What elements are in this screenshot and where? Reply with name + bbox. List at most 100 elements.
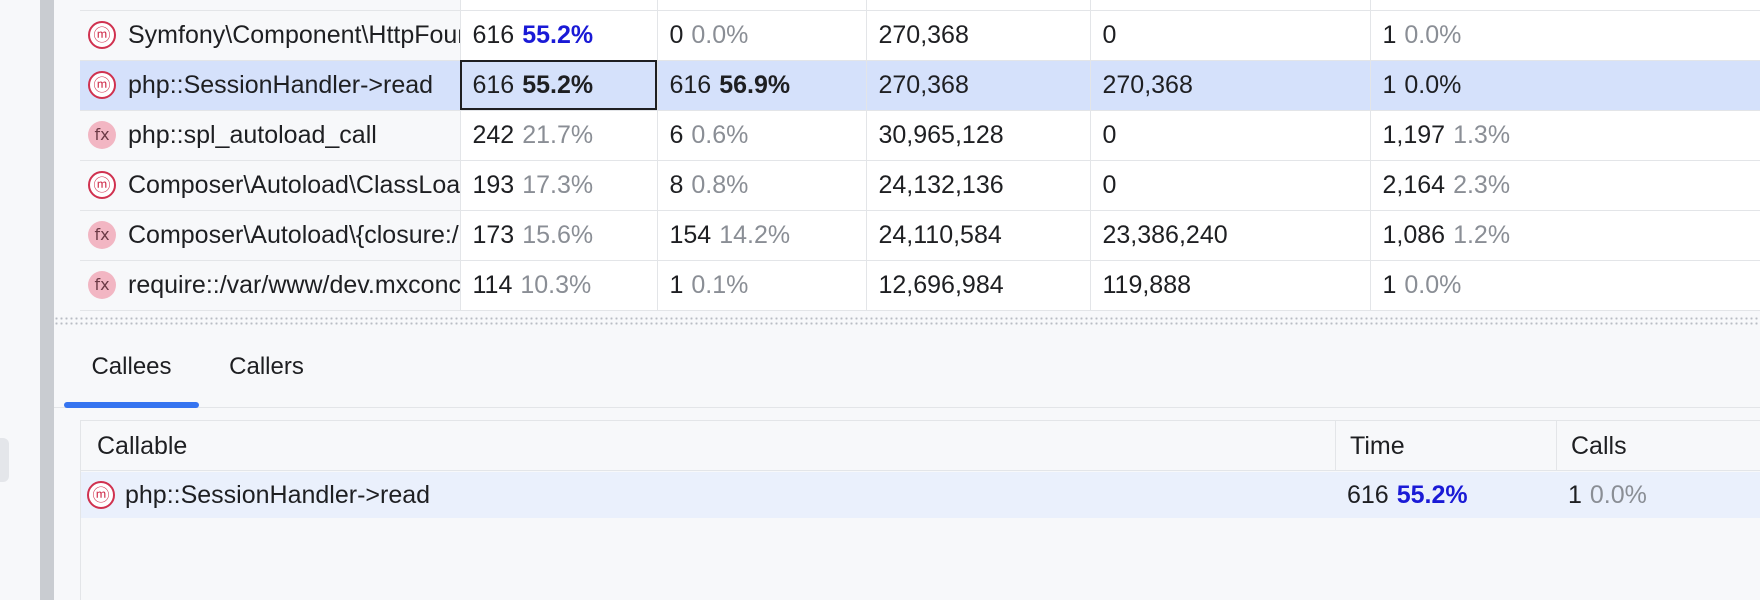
time-percent: 17.3% [522, 170, 594, 199]
time-cell-focused[interactable]: 616 55.2% [460, 60, 658, 111]
method-icon: ⓜ [88, 71, 116, 99]
calls-percent: 1.3% [1453, 120, 1511, 149]
own-time-value: 154 [669, 220, 712, 249]
calls-cell[interactable]: 1 0.0% [1370, 60, 1760, 111]
table-row[interactable]: fx Composer\Autoload\{closure:/ 173 15.6% … [80, 210, 1760, 261]
table-row[interactable]: ⓜ Composer\Autoload\ClassLoad 193 17.3% 80… [80, 160, 1760, 211]
memory-cell[interactable]: 12,696,984 [866, 260, 1091, 311]
calls-cell[interactable]: 1 0.0% [1370, 10, 1760, 61]
column-header-calls[interactable]: Calls [1557, 421, 1760, 471]
calls-value: 1 [1382, 270, 1397, 299]
table-row[interactable]: fx require::/var/www/dev.mxconc 114 10.3% … [80, 260, 1760, 311]
time-cell[interactable]: 616 55.2% [460, 10, 658, 61]
function-icon: fx [88, 271, 116, 299]
table-row-partial[interactable] [80, 0, 1760, 11]
callable-cell[interactable]: fx php::spl_autoload_call [80, 110, 461, 161]
own-memory-value: 0 [1102, 170, 1117, 199]
memory-cell[interactable]: 270,368 [866, 60, 1091, 111]
time-percent: 15.6% [522, 220, 594, 249]
table-row[interactable]: fx php::spl_autoload_call 242 21.7% 6 0.6% … [80, 110, 1760, 161]
calls-value: 2,164 [1382, 170, 1446, 199]
calls-value: 1,197 [1382, 120, 1446, 149]
memory-value: 270,368 [878, 20, 969, 49]
callees-table: Callable Time Calls ⓜ php::SessionHandle… [80, 420, 1760, 600]
column-header-time[interactable]: Time [1336, 421, 1557, 471]
function-icon: fx [88, 121, 116, 149]
own-memory-cell[interactable]: 0 [1090, 160, 1371, 211]
calls-value: 1 [1382, 20, 1397, 49]
callable-cell[interactable]: ⓜ Symfony\Component\HttpFoun [80, 10, 461, 61]
time-cell[interactable]: 242 21.7% [460, 110, 658, 161]
own-memory-cell[interactable]: 0 [1090, 10, 1371, 61]
time-cell[interactable]: 173 15.6% [460, 210, 658, 261]
own-time-cell[interactable]: 1 0.1% [657, 260, 867, 311]
time-value: 114 [472, 270, 513, 299]
own-time-cell[interactable]: 0 0.0% [657, 10, 867, 61]
time-value: 173 [472, 220, 515, 249]
callable-cell[interactable]: ⓜ Composer\Autoload\ClassLoad [80, 160, 461, 211]
callable-name: php::SessionHandler->read [128, 70, 434, 99]
callee-time-cell: 616 55.2% [1347, 472, 1468, 518]
own-time-cell[interactable]: 154 14.2% [657, 210, 867, 261]
memory-cell[interactable]: 24,132,136 [866, 160, 1091, 211]
gutter-handle[interactable] [0, 438, 9, 482]
method-icon: ⓜ [88, 171, 116, 199]
own-time-value: 6 [669, 120, 684, 149]
memory-cell[interactable]: 30,965,128 [866, 110, 1091, 161]
table-row[interactable]: ⓜ Symfony\Component\HttpFoun 616 55.2% 0 0.… [80, 10, 1760, 61]
callee-calls-cell: 1 0.0% [1568, 472, 1647, 518]
memory-cell[interactable]: 270,368 [866, 10, 1091, 61]
own-time-cell[interactable]: 8 0.8% [657, 160, 867, 211]
calls-value: 1 [1382, 70, 1397, 99]
own-memory-value: 270,368 [1102, 70, 1193, 99]
calls-cell[interactable]: 1,197 1.3% [1370, 110, 1760, 161]
own-memory-value: 23,386,240 [1102, 220, 1228, 249]
time-cell[interactable]: 193 17.3% [460, 160, 658, 211]
own-time-cell[interactable]: 616 56.9% [657, 60, 867, 111]
callable-cell[interactable]: ⓜ php::SessionHandler->read [80, 60, 461, 111]
tab-callers[interactable]: Callers [199, 326, 334, 408]
callable-name: Composer\Autoload\{closure:/ [128, 220, 459, 249]
own-memory-cell[interactable]: 23,386,240 [1090, 210, 1371, 261]
callee-calls-percent: 0.0% [1589, 480, 1647, 509]
callee-name: php::SessionHandler->read [125, 480, 431, 509]
memory-value: 30,965,128 [878, 120, 1004, 149]
callable-name: require::/var/www/dev.mxconc [128, 270, 460, 299]
callable-name: Composer\Autoload\ClassLoad [128, 170, 460, 199]
own-time-value: 1 [669, 270, 684, 299]
memory-cell[interactable]: 24,110,584 [866, 210, 1091, 261]
time-value: 616 [472, 20, 515, 49]
panel-splitter[interactable] [54, 316, 1760, 326]
calls-value: 1,086 [1382, 220, 1446, 249]
column-header-callable[interactable]: Callable [81, 421, 1336, 471]
tab-callees[interactable]: Callees [64, 326, 199, 408]
callee-row[interactable]: ⓜ php::SessionHandler->read 616 55.2% 1 … [81, 472, 1760, 518]
own-time-percent: 0.1% [691, 270, 749, 299]
calls-percent: 1.2% [1453, 220, 1511, 249]
calls-cell[interactable]: 1 0.0% [1370, 260, 1760, 311]
calls-cell[interactable]: 2,164 2.3% [1370, 160, 1760, 211]
time-value: 242 [472, 120, 515, 149]
calls-cell[interactable]: 1,086 1.2% [1370, 210, 1760, 261]
own-time-value: 8 [669, 170, 684, 199]
own-memory-cell[interactable]: 0 [1090, 110, 1371, 161]
callable-cell[interactable]: fx Composer\Autoload\{closure:/ [80, 210, 461, 261]
callees-table-header: Callable Time Calls [81, 421, 1760, 471]
own-time-percent: 56.9% [719, 70, 791, 99]
calls-percent: 0.0% [1404, 70, 1462, 99]
time-percent: 55.2% [522, 70, 594, 99]
callee-callable-cell: ⓜ php::SessionHandler->read [87, 472, 430, 518]
own-time-percent: 0.6% [691, 120, 749, 149]
method-icon: ⓜ [87, 481, 115, 509]
own-memory-cell[interactable]: 119,888 [1090, 260, 1371, 311]
own-time-cell[interactable]: 6 0.6% [657, 110, 867, 161]
callable-cell[interactable]: fx require::/var/www/dev.mxconc [80, 260, 461, 311]
time-percent: 55.2% [522, 20, 594, 49]
memory-value: 24,132,136 [878, 170, 1004, 199]
own-memory-cell[interactable]: 270,368 [1090, 60, 1371, 111]
details-tab-bar: Callees Callers [54, 326, 1760, 408]
own-memory-value: 119,888 [1102, 270, 1192, 299]
time-cell[interactable]: 114 10.3% [460, 260, 658, 311]
table-row-selected[interactable]: ⓜ php::SessionHandler->read 616 55.2% 616 5… [80, 60, 1760, 111]
time-percent: 10.3% [520, 270, 592, 299]
